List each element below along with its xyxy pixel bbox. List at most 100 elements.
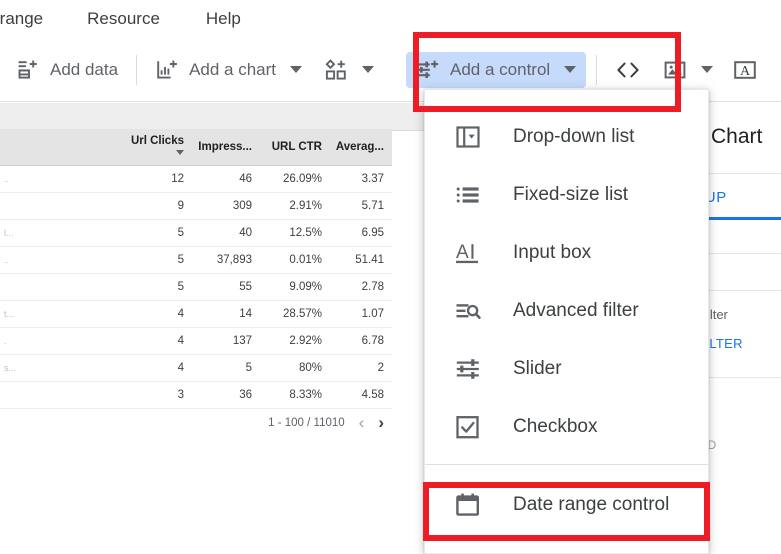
- menu-item-resource[interactable]: Resource: [87, 9, 160, 29]
- table-cell-average: 2.78: [330, 274, 392, 301]
- table-cell-ctr: 8.33%: [260, 382, 330, 409]
- table-cell-clicks: 4: [116, 301, 192, 328]
- pagination-range: 1 - 100 / 11010: [268, 417, 345, 429]
- table-row[interactable]: 5559.09%2.78: [0, 274, 392, 301]
- image-button[interactable]: [655, 52, 721, 88]
- table-header-url-ctr[interactable]: URL CTR: [260, 129, 330, 166]
- embed-code-icon: [615, 58, 641, 82]
- table-row[interactable]: l...54012.5%6.95: [0, 220, 392, 247]
- table-header-average[interactable]: Averag...: [330, 129, 392, 166]
- table-row[interactable]: 93092.91%5.71: [0, 193, 392, 220]
- text-box-icon: A: [733, 58, 757, 82]
- add-control-button[interactable]: Add a control: [406, 52, 586, 88]
- add-control-menu: Drop-down list Fixed-size list A: [424, 89, 709, 554]
- table-row[interactable]: .41372.92%6.78: [0, 328, 392, 355]
- toolbar-divider-1: [136, 55, 137, 85]
- table-cell-dim: t...: [0, 301, 116, 328]
- input-box-icon: A: [453, 240, 483, 266]
- table-cell-impressions: 40: [192, 220, 260, 247]
- menu-item-fixed-size-list[interactable]: Fixed-size list: [425, 166, 708, 224]
- table-cell-ctr: 26.09%: [260, 166, 330, 193]
- table-header-url-clicks-label: Url Clicks: [131, 135, 184, 147]
- menu-item-help[interactable]: Help: [206, 9, 241, 29]
- table-cell-ctr: 2.92%: [260, 328, 330, 355]
- table-cell-impressions: 14: [192, 301, 260, 328]
- slider-icon: [453, 356, 483, 382]
- table-row[interactable]: ..124626.09%3.37: [0, 166, 392, 193]
- table-header-url-clicks[interactable]: Url Clicks: [116, 129, 192, 166]
- table-cell-average: 5.71: [330, 193, 392, 220]
- table-cell-impressions: 309: [192, 193, 260, 220]
- svg-text:A: A: [740, 64, 751, 79]
- table-row[interactable]: s...4580%2: [0, 355, 392, 382]
- image-icon: [663, 58, 687, 82]
- table-cell-dim: ..: [0, 247, 116, 274]
- table-cell-clicks: 5: [116, 220, 192, 247]
- table-row[interactable]: 3368.33%4.58: [0, 382, 392, 409]
- chevron-down-icon[interactable]: [701, 66, 713, 73]
- menu-item-checkbox[interactable]: Checkbox: [425, 398, 708, 456]
- table-cell-ctr: 12.5%: [260, 220, 330, 247]
- table-cell-dim: l...: [0, 220, 116, 247]
- menu-item-label: Drop-down list: [513, 126, 634, 148]
- table-cell-average: 3.37: [330, 166, 392, 193]
- svg-text:A: A: [456, 242, 469, 263]
- add-data-icon: [16, 58, 40, 82]
- table-cell-clicks: 5: [116, 247, 192, 274]
- table-cell-clicks: 9: [116, 193, 192, 220]
- table-cell-dim: [0, 274, 116, 301]
- add-control-icon: [416, 58, 440, 82]
- drop-down-list-icon: [453, 124, 483, 150]
- table-cell-impressions: 5: [192, 355, 260, 382]
- sort-descending-icon[interactable]: [176, 150, 184, 155]
- table-cell-impressions: 137: [192, 328, 260, 355]
- menu-item-date-range-control[interactable]: Date range control: [425, 476, 708, 534]
- pagination-prev-icon[interactable]: ‹: [359, 414, 365, 431]
- table-pagination: 1 - 100 / 11010 ‹ ›: [0, 409, 392, 431]
- table-cell-impressions: 46: [192, 166, 260, 193]
- table-cell-average: 51.41: [330, 247, 392, 274]
- table-header-impressions[interactable]: Impress...: [192, 129, 260, 166]
- table-cell-average: 6.95: [330, 220, 392, 247]
- table-cell-ctr: 9.09%: [260, 274, 330, 301]
- add-control-label: Add a control: [450, 60, 550, 80]
- table-row[interactable]: ..537,8930.01%51.41: [0, 247, 392, 274]
- table-cell-clicks: 5: [116, 274, 192, 301]
- add-chart-icon: [155, 58, 179, 82]
- table-row[interactable]: t...41428.57%1.07: [0, 301, 392, 328]
- menu-item-advanced-filter[interactable]: Advanced filter: [425, 282, 708, 340]
- embed-code-button[interactable]: [607, 52, 649, 88]
- table-header-dimension[interactable]: [0, 129, 116, 166]
- add-shape-icon: [324, 58, 348, 82]
- chevron-down-icon[interactable]: [362, 66, 374, 73]
- table-body: ..124626.09%3.3793092.91%5.71l...54012.5…: [0, 166, 392, 409]
- chevron-down-icon[interactable]: [564, 66, 576, 73]
- toolbar-divider-2: [596, 55, 597, 85]
- add-chart-button[interactable]: Add a chart: [147, 52, 310, 88]
- menu-item-input-box[interactable]: A Input box: [425, 224, 708, 282]
- menu-item-label: Slider: [513, 358, 562, 380]
- menu-item-arrange[interactable]: rrange: [0, 9, 43, 29]
- add-data-button[interactable]: Add data: [8, 52, 126, 88]
- menu-item-label: Fixed-size list: [513, 184, 628, 206]
- menu-divider: [425, 464, 708, 465]
- pagination-next-icon[interactable]: ›: [378, 414, 384, 431]
- table-cell-ctr: 80%: [260, 355, 330, 382]
- chevron-down-icon[interactable]: [290, 66, 302, 73]
- menu-item-label: Date range control: [513, 494, 669, 516]
- table-cell-clicks: 4: [116, 355, 192, 382]
- table-cell-ctr: 2.91%: [260, 193, 330, 220]
- text-box-button[interactable]: A: [725, 52, 765, 88]
- data-table-widget[interactable]: Url Clicks Impress... URL CTR Averag... …: [0, 129, 392, 431]
- table-cell-average: 1.07: [330, 301, 392, 328]
- table-cell-ctr: 0.01%: [260, 247, 330, 274]
- menu-item-drop-down-list[interactable]: Drop-down list: [425, 108, 708, 166]
- table-cell-dim: ..: [0, 166, 116, 193]
- table-cell-dim: .: [0, 328, 116, 355]
- calendar-icon: [453, 492, 483, 518]
- add-shape-button[interactable]: [316, 52, 382, 88]
- menu-item-slider[interactable]: Slider: [425, 340, 708, 398]
- menu-item-label: Advanced filter: [513, 300, 639, 322]
- table-cell-clicks: 3: [116, 382, 192, 409]
- table-cell-average: 6.78: [330, 328, 392, 355]
